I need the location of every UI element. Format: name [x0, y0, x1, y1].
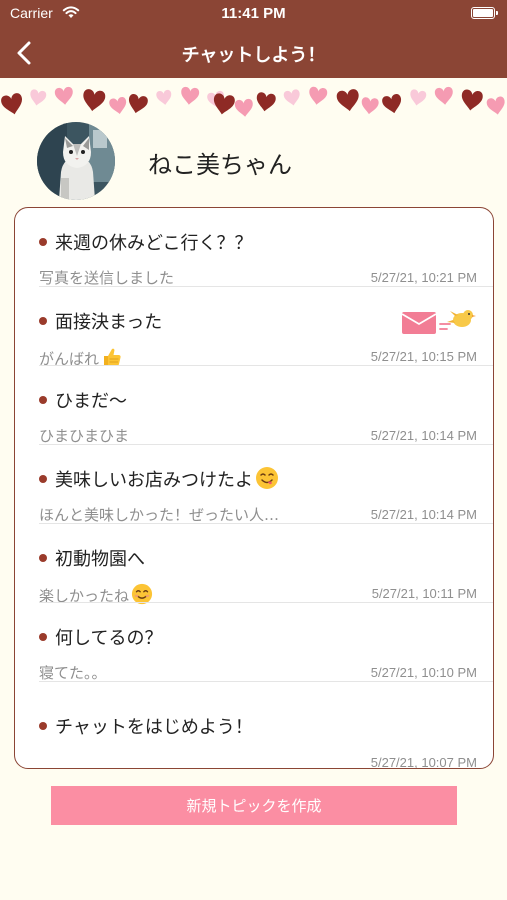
topic-row[interactable]: ひまだ〜 ひまひまひま 5/27/21, 10:14 PM	[15, 366, 493, 445]
navigation-bar: チャットしよう！	[0, 28, 507, 78]
topic-title: ひまだ〜	[55, 391, 127, 412]
topic-title: 何してるの？	[55, 628, 163, 649]
bullet-dot	[39, 722, 47, 730]
envelope-icon	[401, 312, 451, 334]
bullet-dot	[39, 317, 47, 325]
heart-garland-decoration	[0, 86, 507, 118]
bullet-dot	[39, 238, 47, 246]
topic-title: 面接決まった	[55, 312, 163, 333]
topic-time: 5/27/21, 10:11 PM	[371, 586, 477, 601]
cat-photo	[37, 122, 115, 200]
row-divider	[39, 681, 493, 682]
envelope-bird-illustration	[401, 310, 476, 334]
topic-title: 初動物園へ	[55, 549, 145, 570]
topic-title-wrap: 美味しいお店みつけたよ	[55, 466, 279, 492]
topic-time: 5/27/21, 10:10 PM	[370, 665, 477, 680]
bullet-dot	[39, 396, 47, 404]
topic-title: 美味しいお店みつけたよ	[55, 470, 253, 491]
topic-title: 来週の休みどこ行く？？	[55, 233, 253, 254]
topic-time: 5/27/21, 10:15 PM	[370, 349, 477, 364]
topic-row[interactable]: 初動物園へ 楽しかったね 5/27/21, 10:11 PM	[15, 524, 493, 605]
topic-list: 来週の休みどこ行く？？ 写真を送信しました 5/27/21, 10:21 PM …	[14, 207, 494, 769]
bullet-dot	[39, 554, 47, 562]
topic-title: チャットをはじめよう！	[55, 717, 253, 738]
topic-row[interactable]: 来週の休みどこ行く？？ 写真を送信しました 5/27/21, 10:21 PM	[15, 208, 493, 287]
nav-title: チャットしよう！	[181, 45, 326, 66]
topic-time: 5/27/21, 10:14 PM	[370, 428, 477, 443]
topic-row[interactable]: チャットをはじめよう！ 5/27/21, 10:07 PM	[15, 692, 493, 769]
topic-time: 5/27/21, 10:21 PM	[370, 270, 477, 285]
new-topic-button[interactable]: 新規トピックを作成	[51, 786, 457, 825]
bullet-dot	[39, 475, 47, 483]
battery-icon	[471, 7, 498, 19]
yum-face-icon	[256, 467, 278, 489]
status-time: 11:41 PM	[221, 5, 286, 22]
topic-time: 5/27/21, 10:14 PM	[370, 507, 477, 522]
avatar[interactable]	[37, 122, 115, 200]
topic-row[interactable]: 美味しいお店みつけたよ ほんと美味しかった！ぜったい人… 5/27/21, 10…	[15, 445, 493, 524]
status-bar: Carrier 11:41 PM	[0, 0, 507, 28]
topic-time: 5/27/21, 10:07 PM	[370, 755, 477, 769]
topic-row[interactable]: 何してるの？ 寝てた。。 5/27/21, 10:10 PM	[15, 603, 493, 682]
hearts-group	[0, 86, 507, 118]
bird-icon	[447, 310, 476, 327]
bullet-dot	[39, 633, 47, 641]
profile-name: ねこ美ちゃん	[148, 151, 292, 179]
